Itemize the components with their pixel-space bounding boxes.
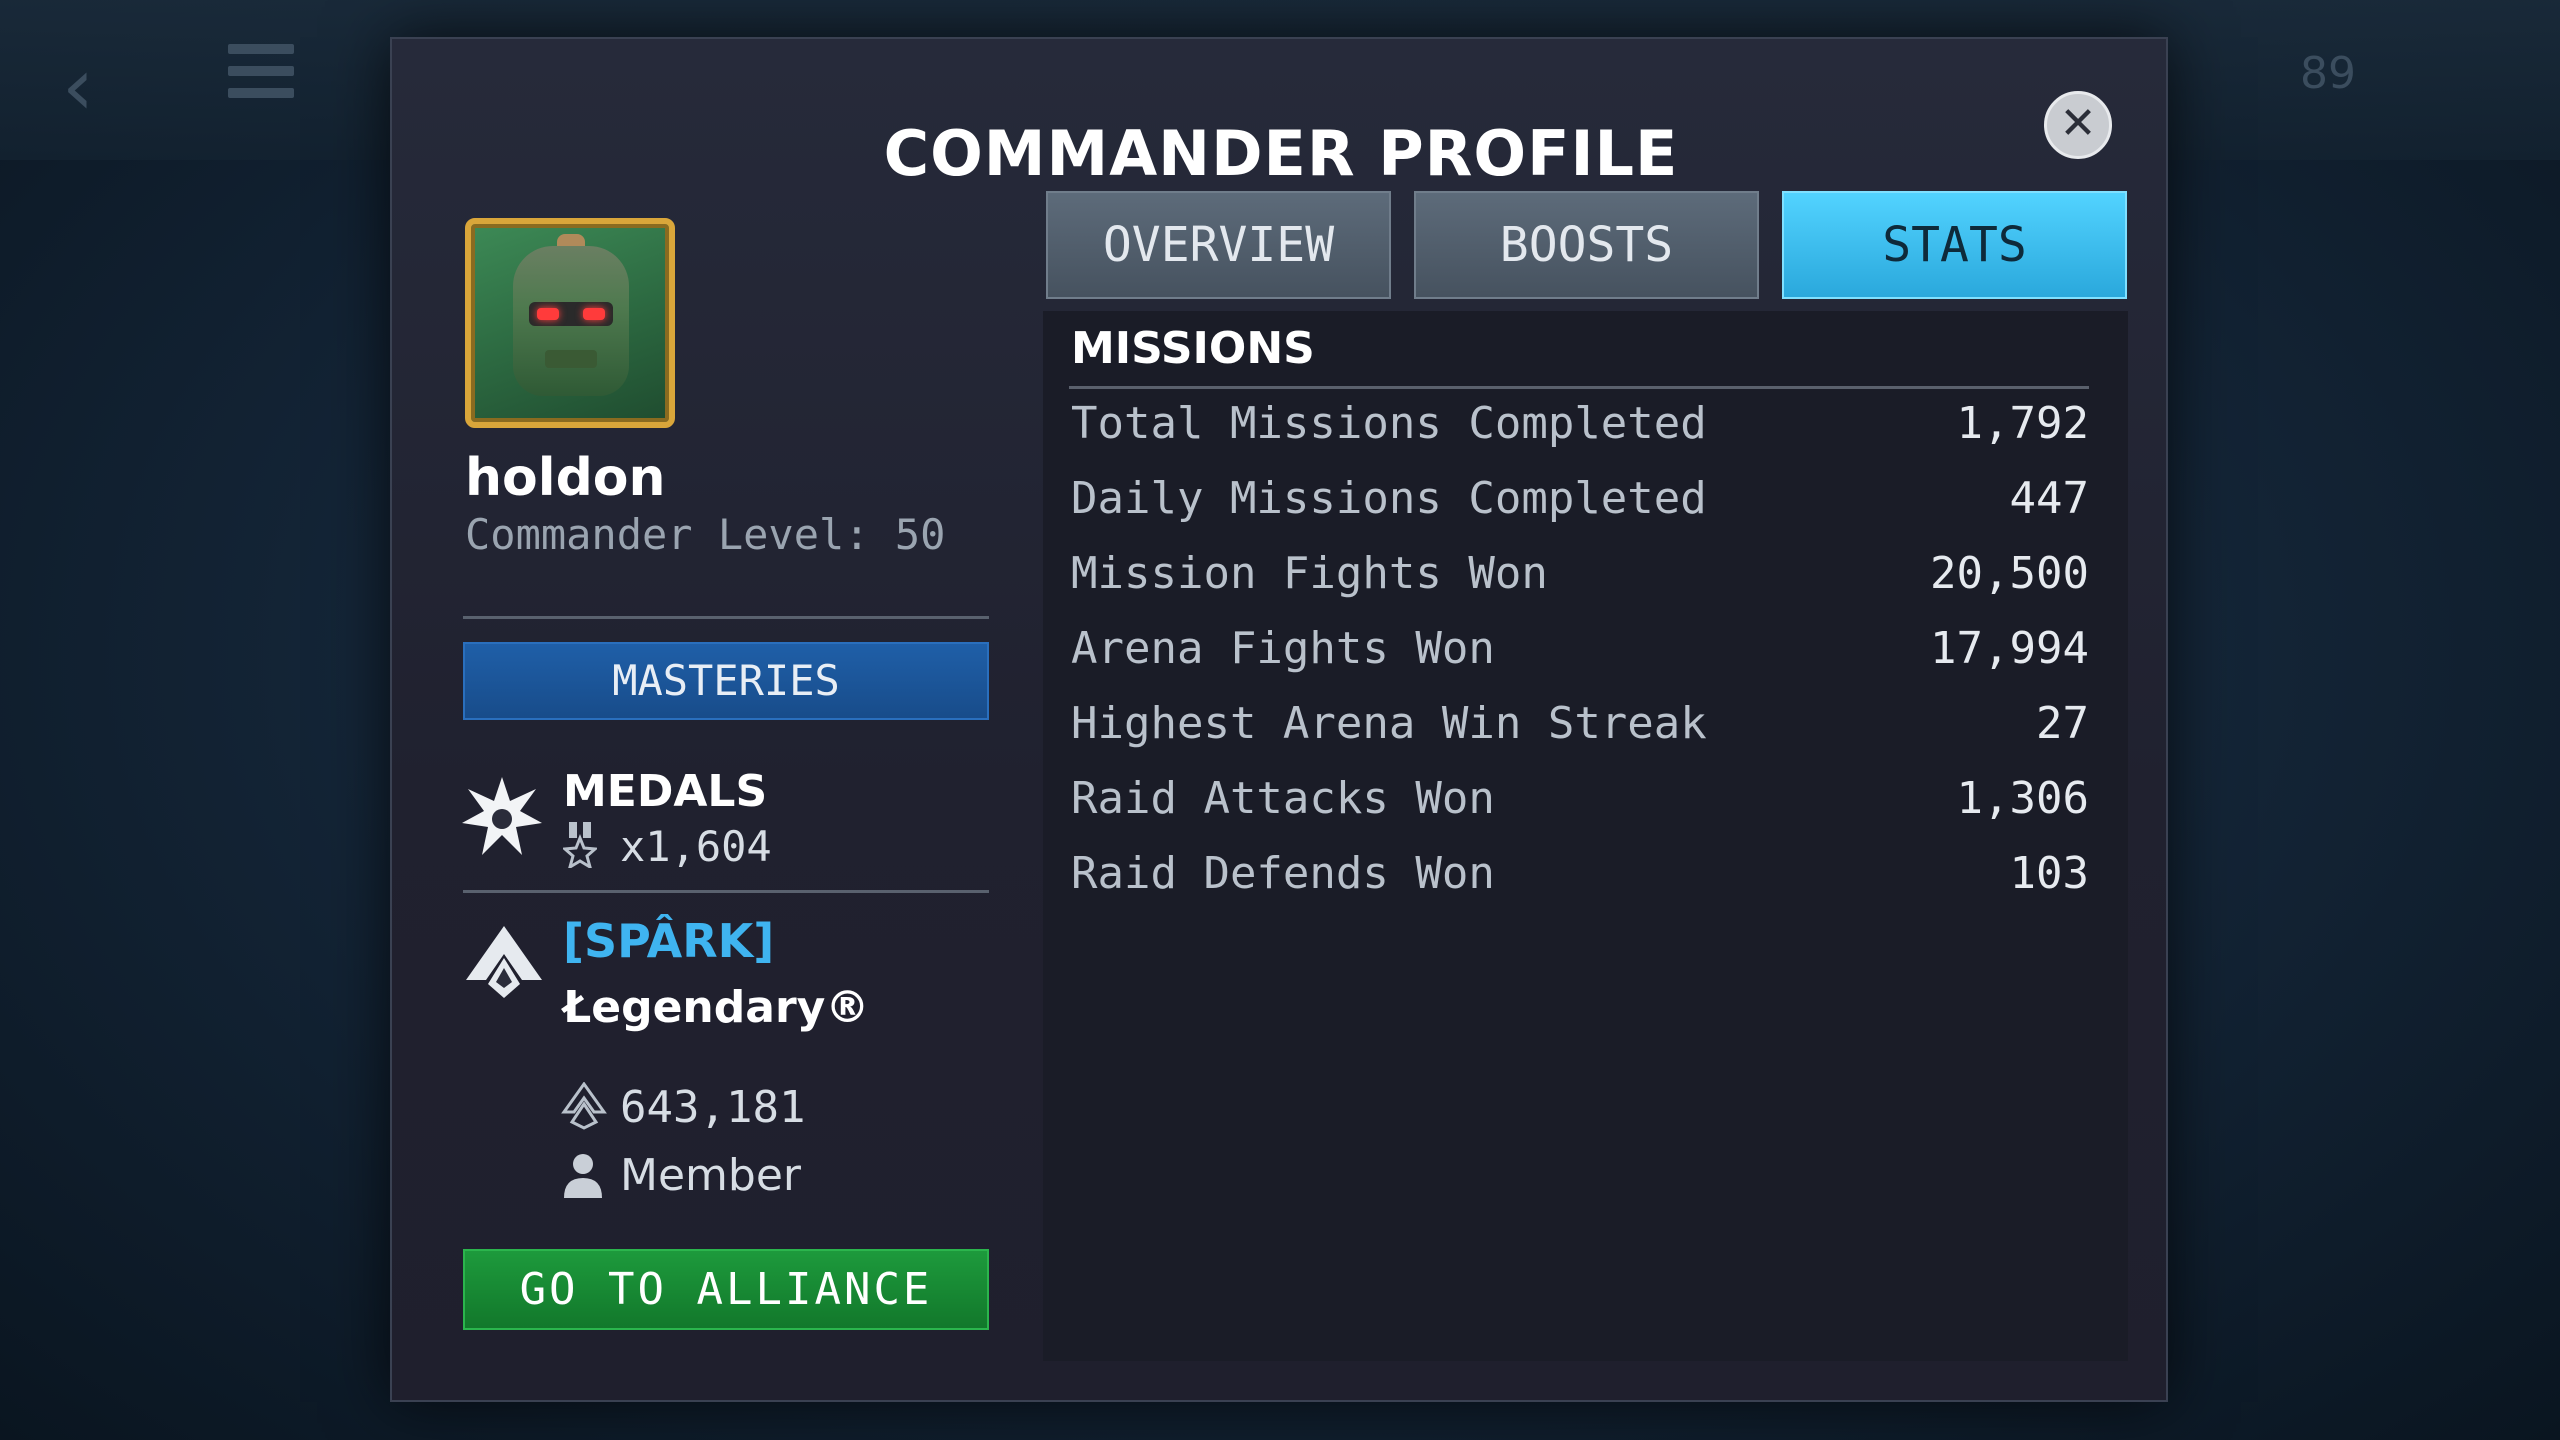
alliance-name: Łegendary® [563,982,870,1033]
divider [463,616,989,619]
player-name: holdon [465,448,666,508]
background-counter: 89 [2300,48,2356,99]
stat-row: Highest Arena Win Streak 27 [1071,698,2089,758]
close-icon[interactable]: ✕ [2044,91,2112,159]
modal-title: COMMANDER PROFILE [883,117,1679,190]
stat-value: 27 [2036,698,2089,749]
alliance-power-icon [561,1082,607,1130]
section-divider [1069,386,2089,389]
stats-panel [1043,311,2128,1361]
stat-label: Total Missions Completed [1071,398,1707,449]
alliance-tag[interactable]: [SPÂRK] [563,914,774,968]
background-back-icon: ‹ [62,40,94,133]
stat-row: Daily Missions Completed 447 [1071,473,2089,533]
stat-label: Arena Fights Won [1071,623,1495,674]
medal-burst-icon [462,777,542,855]
stat-label: Mission Fights Won [1071,548,1548,599]
stat-row: Total Missions Completed 1,792 [1071,398,2089,458]
stat-value: 1,792 [1956,398,2089,449]
go-to-alliance-button[interactable]: GO TO ALLIANCE [463,1249,989,1330]
tab-boosts[interactable]: BOOSTS [1414,191,1759,299]
stat-value: 17,994 [1930,623,2089,674]
alliance-power: 643,181 [620,1082,806,1133]
stat-label: Daily Missions Completed [1071,473,1707,524]
stat-row: Raid Defends Won 103 [1071,848,2089,908]
medals-count: x1,604 [620,822,772,871]
masteries-button[interactable]: MASTERIES [463,642,989,720]
stat-row: Raid Attacks Won 1,306 [1071,773,2089,833]
divider [463,890,989,893]
tab-overview[interactable]: OVERVIEW [1046,191,1391,299]
medal-icon [563,822,597,868]
alliance-role: Member [620,1150,801,1201]
background-menu-icon [228,44,294,114]
member-person-icon [564,1154,602,1198]
stat-row: Mission Fights Won 20,500 [1071,548,2089,608]
commander-level: Commander Level: 50 [465,510,946,559]
stat-value: 1,306 [1956,773,2089,824]
stat-value: 447 [2009,473,2089,524]
medals-label: MEDALS [563,766,768,817]
alliance-emblem-icon [466,926,542,998]
stat-label: Raid Defends Won [1071,848,1495,899]
stat-value: 20,500 [1930,548,2089,599]
stat-row: Arena Fights Won 17,994 [1071,623,2089,683]
stat-label: Raid Attacks Won [1071,773,1495,824]
stat-value: 103 [2009,848,2089,899]
stat-label: Highest Arena Win Streak [1071,698,1707,749]
missions-section-title: MISSIONS [1071,323,1315,374]
commander-avatar [465,218,675,428]
tab-stats[interactable]: STATS [1782,191,2127,299]
